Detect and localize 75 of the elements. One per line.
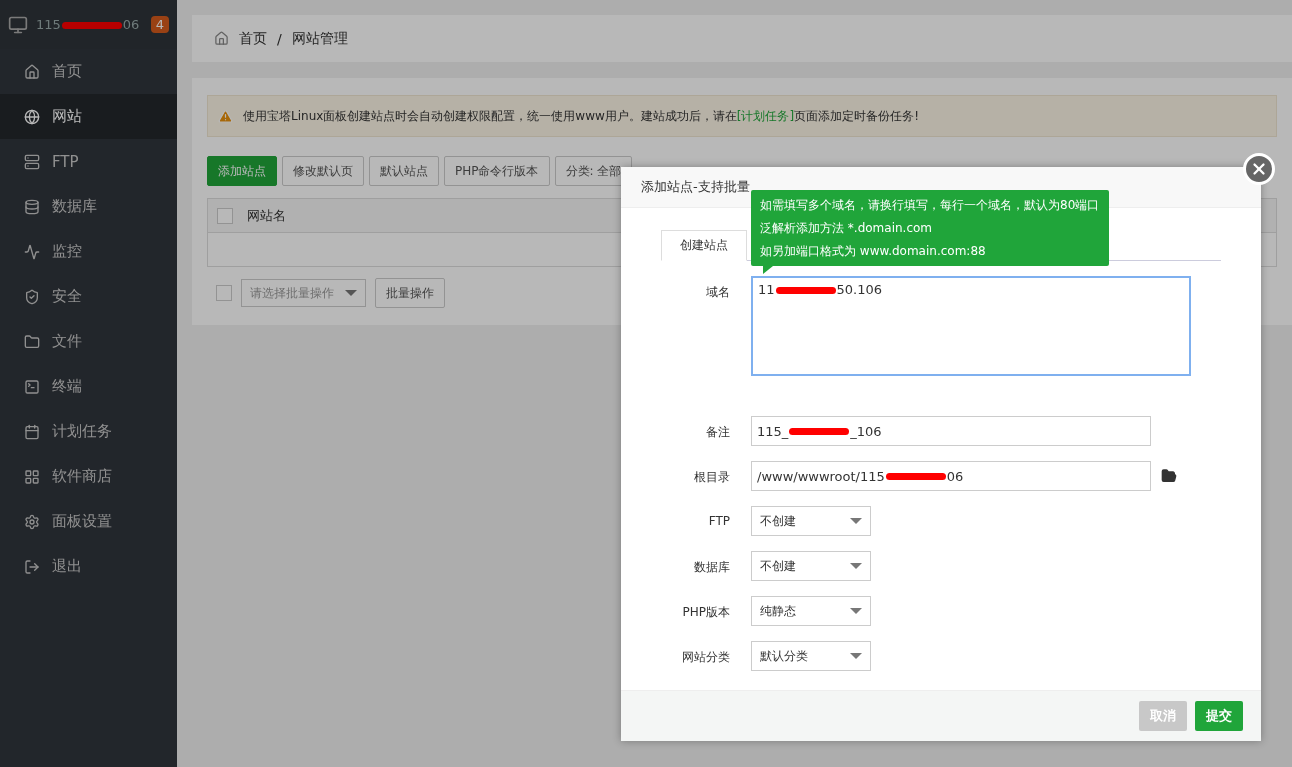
text-value: _106	[850, 423, 882, 439]
field-label: 网站分类	[681, 649, 730, 666]
domain-textarea[interactable]: 11 50.106	[751, 276, 1191, 376]
sidebar-item[interactable]: 数据库	[0, 184, 177, 229]
redaction-mark	[775, 287, 836, 294]
menu-icon	[24, 198, 40, 215]
select-field[interactable]: 不创建	[751, 506, 871, 536]
redaction-mark	[61, 22, 122, 29]
sidebar-item[interactable]: 退出	[0, 544, 177, 589]
notification-badge[interactable]: 4	[150, 16, 169, 33]
text-value: 115_	[757, 423, 789, 439]
tooltip-line: 如另加端口格式为 www.domain.com:88	[760, 242, 987, 259]
text-value: 115	[36, 17, 61, 32]
input-field[interactable]: /www/wwwroot/115 06	[751, 461, 1151, 491]
field-label: 域名	[705, 284, 730, 301]
close-icon	[1250, 160, 1268, 178]
breadcrumb-link[interactable]: 首页	[239, 29, 267, 48]
monitor-icon	[8, 14, 28, 35]
sidebar-item[interactable]: 监控	[0, 229, 177, 274]
field-label: 数据库	[693, 559, 730, 576]
select-field[interactable]: 不创建	[751, 551, 871, 581]
home-icon[interactable]	[214, 31, 229, 46]
text-value: /www/wwwroot/115	[757, 468, 885, 484]
sidebar-item[interactable]: 网站	[0, 94, 177, 139]
menu-icon	[24, 63, 40, 80]
menu-icon	[24, 243, 40, 260]
tooltip-line: 泛解析添加方法 *.domain.com	[760, 220, 933, 236]
submit-button[interactable]: 提交	[1195, 701, 1243, 731]
menu-icon	[24, 468, 40, 485]
sidebar-item[interactable]: 首页	[0, 49, 177, 94]
column-header[interactable]: 网站名	[247, 206, 286, 225]
menu-icon	[24, 423, 40, 440]
redaction-mark	[885, 472, 946, 480]
menu-icon	[24, 513, 40, 530]
tooltip-line: 如需填写多个域名，请换行填写，每行一个域名，默认为80端口	[760, 197, 1100, 214]
input-field[interactable]: 115_ _106	[751, 416, 1151, 446]
redaction-mark	[789, 427, 850, 435]
text-value: 06	[946, 468, 964, 484]
text-value: 50.106	[836, 282, 883, 297]
text-value: 06	[122, 17, 140, 32]
checkbox[interactable]	[216, 285, 232, 301]
batch-button[interactable]: 批量操作	[375, 278, 445, 308]
sidebar-item[interactable]: 安全	[0, 274, 177, 319]
field-label: 根目录	[693, 469, 730, 486]
toolbar-button[interactable]: 添加站点	[207, 156, 277, 186]
sidebar-item[interactable]: 文件	[0, 319, 177, 364]
warning-icon	[218, 108, 233, 124]
menu-icon	[24, 288, 40, 305]
sidebar-item[interactable]: 软件商店	[0, 454, 177, 499]
select-field[interactable]: 默认分类	[751, 641, 871, 671]
toolbar-button[interactable]: 分类: 全部	[554, 156, 633, 186]
menu-icon	[24, 558, 40, 575]
text-value: 11	[758, 282, 775, 297]
menu-icon	[24, 378, 40, 395]
toolbar-button[interactable]: 修改默认页	[282, 156, 364, 186]
tab[interactable]: 创建站点	[661, 230, 747, 261]
sidebar-item[interactable]: 面板设置	[0, 499, 177, 544]
breadcrumb-link[interactable]: 网站管理	[291, 29, 348, 48]
toolbar-button[interactable]: PHP命令行版本	[444, 156, 550, 186]
checkbox[interactable]	[217, 207, 233, 224]
field-label: 备注	[705, 424, 730, 441]
breadcrumb-separator: /	[277, 30, 282, 47]
notice-text: 使用宝塔Linux面板创建站点时会自动创建权限配置，统一使用www用户。建站成功后，请在[计划任务]页面添加定时备份任务!	[243, 107, 919, 125]
select-field[interactable]: 纯静态	[751, 596, 871, 626]
menu-icon	[24, 333, 40, 350]
dialog-title: 添加站点-支持批量	[641, 178, 750, 196]
field-label: FTP	[707, 513, 730, 528]
menu-icon	[24, 153, 40, 170]
sidebar-item[interactable]: 计划任务	[0, 409, 177, 454]
field-label: PHP版本	[681, 604, 730, 621]
menu-icon	[24, 108, 40, 125]
sidebar-item[interactable]: 终端	[0, 364, 177, 409]
sidebar-item[interactable]: FTP	[0, 139, 177, 184]
folder-icon[interactable]	[1161, 468, 1177, 484]
toolbar-button[interactable]: 默认站点	[369, 156, 439, 186]
